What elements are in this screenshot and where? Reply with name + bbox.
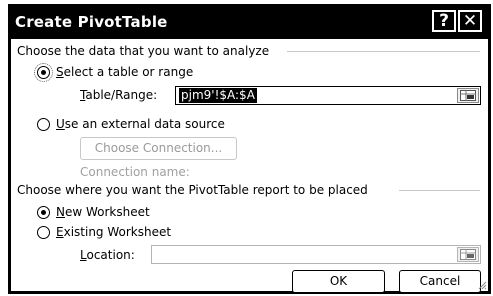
select-table-range-option[interactable]: Select a table or range: [34, 62, 194, 82]
ok-button[interactable]: OK: [292, 270, 385, 293]
location-input[interactable]: [151, 245, 481, 264]
create-pivottable-dialog: Create PivotTable ? ✕ Choose the data th…: [8, 4, 491, 294]
external-source-option[interactable]: Use an external data source: [37, 117, 225, 131]
select-table-range-label: Select a table or range: [56, 65, 194, 79]
table-range-value: pjm9'!$A:$A: [179, 88, 257, 103]
cancel-button[interactable]: Cancel: [399, 270, 481, 293]
existing-worksheet-label: Existing Worksheet: [56, 225, 172, 239]
location-picker-button[interactable]: [457, 247, 479, 262]
resize-grip-icon[interactable]: [477, 280, 487, 290]
title-bar[interactable]: Create PivotTable ? ✕: [11, 7, 488, 39]
table-range-label: Table/Range:: [80, 88, 158, 102]
external-source-radio[interactable]: [37, 117, 50, 131]
help-button[interactable]: ?: [432, 10, 456, 32]
close-icon: ✕: [462, 11, 478, 31]
source-group-header: Choose the data that you want to analyze: [17, 44, 270, 58]
placement-group-header: Choose where you want the PivotTable rep…: [17, 183, 368, 197]
close-button[interactable]: ✕: [458, 10, 482, 32]
connection-name-label: Connection name:: [80, 165, 190, 179]
existing-worksheet-radio[interactable]: [37, 225, 50, 239]
dialog-title: Create PivotTable: [15, 13, 168, 31]
existing-worksheet-option[interactable]: Existing Worksheet: [37, 225, 171, 239]
placement-group-divider: [399, 190, 480, 191]
new-worksheet-label: New Worksheet: [56, 205, 150, 219]
table-range-picker-button[interactable]: [457, 88, 479, 103]
help-icon: ?: [439, 11, 449, 31]
location-label: Location:: [80, 248, 135, 262]
choose-connection-button[interactable]: Choose Connection...: [80, 137, 237, 160]
dialog-body: Choose the data that you want to analyze…: [11, 39, 488, 293]
select-table-range-radio[interactable]: [34, 62, 53, 82]
new-worksheet-option[interactable]: New Worksheet: [37, 205, 150, 219]
range-picker-icon: [460, 249, 476, 260]
external-source-label: Use an external data source: [56, 117, 225, 131]
source-group-divider: [287, 51, 480, 52]
new-worksheet-radio[interactable]: [37, 205, 50, 219]
table-range-input[interactable]: pjm9'!$A:$A: [175, 86, 481, 105]
range-picker-icon: [460, 90, 476, 101]
